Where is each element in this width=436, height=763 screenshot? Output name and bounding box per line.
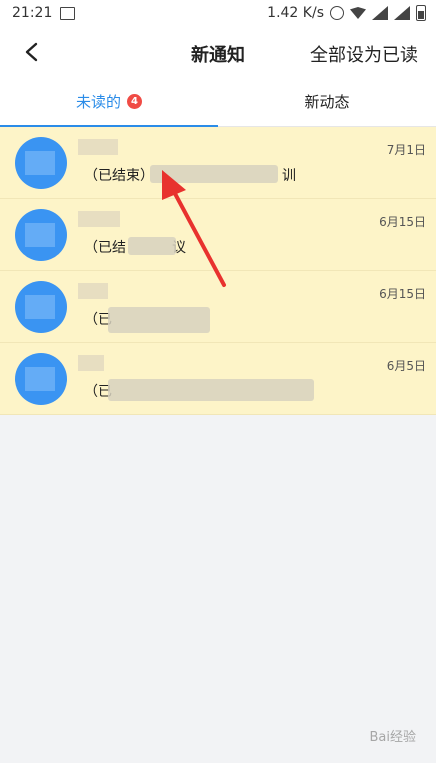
alarm-icon [330, 6, 344, 20]
notification-date: 6月15日 [379, 215, 426, 229]
mark-all-read-button[interactable]: 全部设为已读 [310, 41, 418, 67]
title-redacted [78, 211, 120, 227]
desc-suffix: 训 [282, 168, 296, 184]
tab-bar: 未读的 4 新动态 [0, 76, 436, 127]
desc-prefix: （已结 [84, 240, 126, 256]
header: 新通知 全部设为已读 [0, 28, 436, 76]
signal-icon [372, 6, 388, 20]
tab-unread-label: 未读的 [75, 92, 121, 111]
desc-redacted [108, 379, 314, 401]
list-item[interactable]: 7月1日 （已结束） 训 [0, 127, 436, 199]
notification-date: 7月1日 [386, 143, 426, 157]
tab-updates[interactable]: 新动态 [218, 76, 436, 126]
avatar [15, 209, 67, 261]
tab-updates-label: 新动态 [304, 92, 350, 111]
desc-redacted [150, 165, 278, 183]
status-icons: 1.42 K/s [267, 5, 426, 21]
wifi-icon [350, 7, 366, 19]
status-time: 21:21 [12, 5, 53, 21]
list-item[interactable]: 6月15日 （已 [0, 271, 436, 343]
avatar [15, 281, 67, 333]
list-item[interactable]: 6月15日 （已结议 [0, 199, 436, 271]
avatar [15, 137, 67, 189]
notification-list: 7月1日 （已结束） 训 6月15日 （已结议 6月15日 （已 6月5日 （已 [0, 127, 436, 415]
desc-redacted [108, 307, 210, 333]
tab-unread[interactable]: 未读的 4 [0, 76, 218, 126]
title-redacted [78, 283, 108, 299]
notification-date: 6月15日 [379, 287, 426, 301]
unread-count-badge: 4 [127, 93, 142, 109]
status-bar: 21:21 1.42 K/s [0, 0, 436, 28]
watermark: Bai经验 [369, 730, 417, 745]
desc-prefix: （已结束） [84, 168, 154, 184]
battery-icon [416, 5, 426, 21]
title-redacted [78, 139, 118, 155]
list-item[interactable]: 6月5日 （已 [0, 343, 436, 415]
desc-redacted [128, 237, 176, 255]
network-speed: 1.42 K/s [267, 5, 324, 21]
gallery-icon [60, 7, 75, 20]
title-redacted [78, 355, 104, 371]
notification-date: 6月5日 [386, 359, 426, 373]
signal-icon [394, 6, 410, 20]
avatar [15, 353, 67, 405]
